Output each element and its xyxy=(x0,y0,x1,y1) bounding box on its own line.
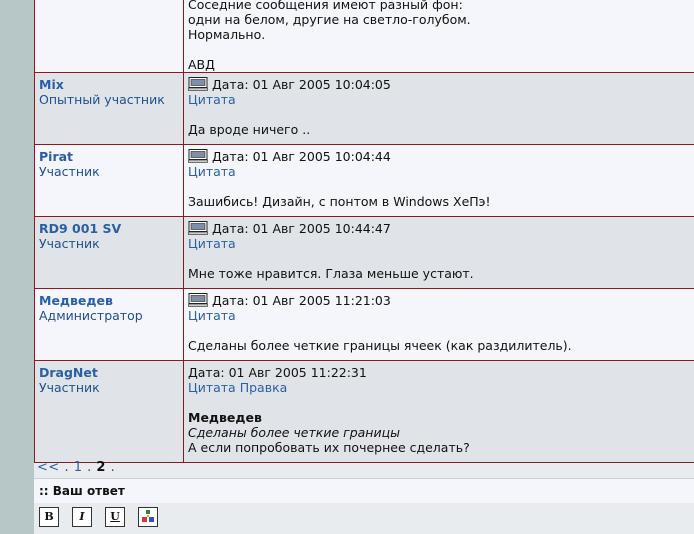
message-line: одни на белом, другие на светло-голубом. xyxy=(188,12,471,27)
post-message-cell: Дата: 01 Авг 2005 10:44:47 Цитата Мне то… xyxy=(183,216,694,289)
quote-link[interactable]: Цитата xyxy=(188,308,236,323)
post-author-cell: Pirat Участник xyxy=(34,144,184,217)
quote-link[interactable]: Цитата xyxy=(188,164,236,179)
post-row: Pirat Участник Дата: 01 Авг 2005 10:04:4… xyxy=(34,144,694,217)
post-date: 01 Авг 2005 11:22:31 xyxy=(228,365,367,380)
message-line: Соседние сообщения имеют разный фон: xyxy=(188,0,463,12)
pager-separator: . xyxy=(87,460,92,475)
quote-text: Сделаны более четкие границы xyxy=(188,425,400,440)
post-message-cell: Дата: 01 Авг 2005 10:04:44 Цитата Зашиби… xyxy=(183,144,694,217)
user-rank: Участник xyxy=(39,164,100,179)
post-author-cell xyxy=(34,0,184,73)
pc-icon[interactable] xyxy=(188,149,208,163)
post-author-cell: DragNet Участник xyxy=(34,360,184,463)
underline-button[interactable]: U xyxy=(105,507,125,527)
message-line: Нормально. xyxy=(188,27,266,42)
posts-table: Соседние сообщения имеют разный фон: одн… xyxy=(34,0,694,463)
pager-page-link[interactable]: 1 xyxy=(74,460,83,475)
message-line: Сделаны более четкие границы ячеек (как … xyxy=(188,338,572,353)
post-date: 01 Авг 2005 10:04:44 xyxy=(252,149,391,164)
post-message-cell: Дата: 01 Авг 2005 11:22:31 Цитата Правка… xyxy=(183,360,694,463)
message-line: А если попробовать их почернее сделать? xyxy=(188,440,470,455)
message-line xyxy=(188,42,694,57)
post-author-cell: Медведев Администратор xyxy=(34,288,184,361)
message-line: Зашибись! Дизайн, с понтом в Windows ХеП… xyxy=(188,194,491,209)
post-row: Соседние сообщения имеют разный фон: одн… xyxy=(34,0,694,73)
user-rank: Опытный участник xyxy=(39,92,165,107)
pager-current-page: 2 xyxy=(96,460,106,475)
image-insert-button[interactable] xyxy=(138,507,158,527)
date-label: Дата: xyxy=(212,221,249,236)
post-date: 01 Авг 2005 10:04:05 xyxy=(252,77,391,92)
image-insert-icon xyxy=(142,510,154,522)
post-author-cell: Mix Опытный участник xyxy=(34,72,184,145)
post-meta: Дата: 01 Авг 2005 11:22:31 xyxy=(188,365,694,380)
username-link[interactable]: Медведев xyxy=(39,293,183,308)
forum-thread: Соседние сообщения имеют разный фон: одн… xyxy=(34,0,694,534)
post-date: 01 Авг 2005 10:44:47 xyxy=(252,221,391,236)
message-line: АВД xyxy=(188,57,215,72)
date-label: Дата: xyxy=(212,77,249,92)
quote-link[interactable]: Цитата xyxy=(188,92,236,107)
post-meta: Дата: 01 Авг 2005 11:21:03 xyxy=(188,293,694,308)
quote-link[interactable]: Цитата xyxy=(188,380,236,395)
quote-author: Медведев xyxy=(188,410,262,425)
pc-icon[interactable] xyxy=(188,293,208,307)
bold-button[interactable]: B xyxy=(39,507,59,527)
editor-toolbar: B I U xyxy=(34,503,694,534)
post-author-cell: RD9 001 SV Участник xyxy=(34,216,184,289)
reply-header: :: Ваш ответ xyxy=(34,478,694,503)
pager-prev-link[interactable]: << xyxy=(37,460,60,475)
username-link[interactable]: Mix xyxy=(39,77,183,92)
post-message-cell: Соседние сообщения имеют разный фон: одн… xyxy=(183,0,694,73)
pager-separator: . xyxy=(64,460,70,475)
user-rank: Администратор xyxy=(39,308,143,323)
pagination: << . 1 . 2 . xyxy=(37,460,115,476)
date-label: Дата: xyxy=(212,149,249,164)
post-message-cell: Дата: 01 Авг 2005 10:04:05 Цитата Да вро… xyxy=(183,72,694,145)
post-date: 01 Авг 2005 11:21:03 xyxy=(252,293,391,308)
post-row: DragNet Участник Дата: 01 Авг 2005 11:22… xyxy=(34,360,694,463)
post-row: Mix Опытный участник Дата: 01 Авг 2005 1… xyxy=(34,72,694,145)
message-line: Да вроде ничего .. xyxy=(188,122,311,137)
user-rank: Участник xyxy=(39,380,100,395)
message-line: Мне тоже нравится. Глаза меньше устают. xyxy=(188,266,474,281)
user-rank: Участник xyxy=(39,236,100,251)
date-label: Дата: xyxy=(188,365,225,380)
italic-button[interactable]: I xyxy=(72,507,92,527)
post-row: RD9 001 SV Участник Дата: 01 Авг 2005 10… xyxy=(34,216,694,289)
post-meta: Дата: 01 Авг 2005 10:04:44 xyxy=(188,149,694,164)
username-link[interactable]: DragNet xyxy=(39,365,183,380)
pc-icon[interactable] xyxy=(188,77,208,91)
username-link[interactable]: RD9 001 SV xyxy=(39,221,183,236)
post-message-cell: Дата: 01 Авг 2005 11:21:03 Цитата Сделан… xyxy=(183,288,694,361)
edit-link[interactable]: Правка xyxy=(240,380,288,395)
date-label: Дата: xyxy=(212,293,249,308)
post-meta: Дата: 01 Авг 2005 10:44:47 xyxy=(188,221,694,236)
post-meta: Дата: 01 Авг 2005 10:04:05 xyxy=(188,77,694,92)
username-link[interactable]: Pirat xyxy=(39,149,183,164)
quote-link[interactable]: Цитата xyxy=(188,236,236,251)
post-row: Медведев Администратор Дата: 01 Авг 2005… xyxy=(34,288,694,361)
pager-separator: . xyxy=(110,460,116,475)
pc-icon[interactable] xyxy=(188,221,208,235)
